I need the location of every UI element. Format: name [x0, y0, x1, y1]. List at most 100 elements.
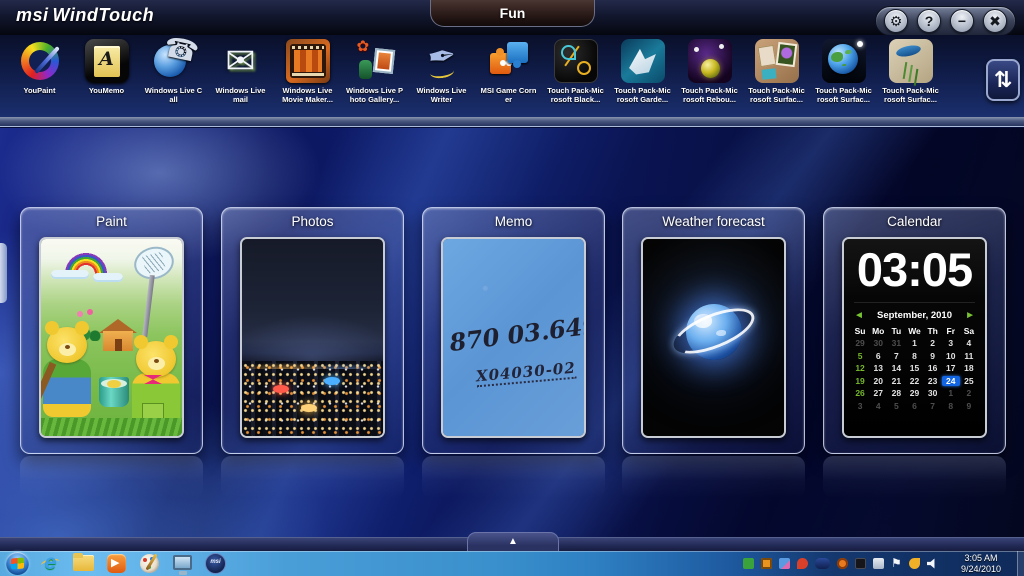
dock-item-touchpack-surface-collage[interactable]: Touch Pack-Microsoft Surfac... — [743, 39, 810, 105]
start-button[interactable] — [6, 552, 29, 575]
taskbar-windows-explorer[interactable] — [72, 552, 95, 575]
dock-scroll-button[interactable]: ⇅ — [986, 59, 1020, 101]
taskbar-display-settings[interactable] — [171, 552, 194, 575]
calendar-day-cell[interactable]: 13 — [869, 363, 887, 373]
dock-item-msi-game-corner[interactable]: MSI Game Corner — [475, 39, 542, 105]
calendar-day-cell[interactable]: 8 — [905, 351, 923, 361]
calendar-day-cell[interactable]: 6 — [905, 401, 923, 411]
calendar-day-cell[interactable]: 6 — [869, 351, 887, 361]
dock-item-touchpack-surface-globe[interactable]: Touch Pack-Microsoft Surfac... — [810, 39, 877, 105]
calendar-day-cell[interactable]: 17 — [942, 363, 960, 373]
taskbar-clock[interactable]: 3:05 AM 9/24/2010 — [948, 553, 1014, 575]
photos-thumbnail[interactable] — [240, 237, 385, 438]
taskbar-media-player[interactable]: ▶ — [105, 552, 128, 575]
calendar-day-cell[interactable]: 3 — [942, 338, 960, 348]
tray-icon-pointer-utility[interactable] — [909, 558, 920, 569]
tray-icon-bluetooth[interactable] — [779, 558, 790, 569]
calendar-day-cell[interactable]: 2 — [960, 388, 978, 398]
calendar-day-cell[interactable]: 9 — [960, 401, 978, 411]
windows-live-writer-icon: ✒ — [420, 39, 464, 83]
calendar-day-cell[interactable]: 11 — [960, 351, 978, 361]
calendar-day-cell[interactable]: 3 — [851, 401, 869, 411]
dock-item-touchpack-surface-lagoon[interactable]: Touch Pack-Microsoft Surfac... — [877, 39, 944, 105]
drawer-handle[interactable]: ▲ — [467, 532, 559, 551]
taskbar-internet-explorer[interactable]: e — [39, 552, 62, 575]
calendar-day-cell[interactable]: 7 — [887, 351, 905, 361]
settings-button[interactable]: ⚙ — [884, 9, 908, 33]
calendar-day-cell[interactable]: 27 — [869, 388, 887, 398]
dock-item-windows-live-movie-maker[interactable]: Windows LiveMovie Maker... — [274, 39, 341, 105]
tray-icon-audio-alert[interactable] — [797, 558, 808, 569]
calendar-day-cell[interactable]: 8 — [942, 401, 960, 411]
card-photos[interactable]: Photos — [221, 207, 404, 454]
dock-item-touchpack-rebound[interactable]: Touch Pack-Microsoft Rebou... — [676, 39, 743, 105]
calendar-prev-button[interactable]: ◄ — [854, 311, 864, 321]
calendar-day-cell[interactable]: 24 — [942, 376, 960, 386]
calendar-day-cell[interactable]: 21 — [887, 376, 905, 386]
tray-icon-security[interactable] — [837, 558, 848, 569]
calendar-day-cell[interactable]: 20 — [869, 376, 887, 386]
weather-thumbnail[interactable] — [641, 237, 786, 438]
calendar-day-cell[interactable]: 10 — [942, 351, 960, 361]
calendar-day-cell[interactable]: 31 — [887, 338, 905, 348]
calendar-day-cell[interactable]: 16 — [924, 363, 942, 373]
memo-thumbnail[interactable]: 870 03.649 X04030-02 — [441, 237, 586, 438]
calendar-day-cell[interactable]: 5 — [851, 351, 869, 361]
calendar-day-cell[interactable]: 1 — [905, 338, 923, 348]
calendar-day-cell[interactable]: 29 — [851, 338, 869, 348]
calendar-next-button[interactable]: ► — [965, 311, 975, 321]
dock-item-touchpack-blackboard[interactable]: Touch Pack-Microsoft Black... — [542, 39, 609, 105]
msi-windtouch-window: msiWindTouch Fun ⚙?−✖ YouPaint A YouMemo — [0, 0, 1024, 576]
tab-fun[interactable]: Fun — [430, 0, 595, 27]
calendar-day-cell[interactable]: 29 — [905, 388, 923, 398]
tray-icon-volume[interactable] — [927, 558, 938, 569]
calendar-day-cell[interactable]: 4 — [960, 338, 978, 348]
calendar-day-cell[interactable]: 14 — [887, 363, 905, 373]
calendar-day-cell[interactable]: 30 — [869, 338, 887, 348]
calendar-day-cell[interactable]: 25 — [960, 376, 978, 386]
side-slide-handle[interactable] — [0, 243, 7, 303]
card-weather[interactable]: Weather forecast — [622, 207, 805, 454]
calendar-day-cell[interactable]: 4 — [869, 401, 887, 411]
youpaint-icon — [18, 39, 62, 83]
calendar-day-cell[interactable]: 18 — [960, 363, 978, 373]
dock-item-windows-live-photo-gallery[interactable]: ✿ Windows Live Photo Gallery... — [341, 39, 408, 105]
calendar-day-cell[interactable]: 30 — [924, 388, 942, 398]
card-memo[interactable]: Memo 870 03.649 X04030-02 — [422, 207, 605, 454]
calendar-day-cell[interactable]: 5 — [887, 401, 905, 411]
taskbar-paint[interactable] — [138, 552, 161, 575]
calendar-day-cell[interactable]: 19 — [851, 376, 869, 386]
paint-thumbnail[interactable] — [39, 237, 184, 438]
tray-icon-action-center-flag[interactable]: ⚑ — [891, 558, 902, 569]
tray-icon-usb[interactable] — [743, 558, 754, 569]
calendar-day-cell[interactable]: 28 — [887, 388, 905, 398]
taskbar-msi-control-center[interactable]: msi — [204, 552, 227, 575]
dock-item-windows-live-call[interactable]: ☎ Windows Live Call — [140, 39, 207, 105]
minimize-button[interactable]: − — [950, 9, 974, 33]
dock-item-windows-live-mail[interactable]: ✉ Windows Livemail — [207, 39, 274, 105]
calendar-day-cell[interactable]: 7 — [924, 401, 942, 411]
calendar-widget[interactable]: 03:05 ◄ September, 2010 ► SuMoTuWeThFrSa… — [842, 237, 987, 438]
close-button[interactable]: ✖ — [983, 9, 1007, 33]
show-desktop-button[interactable] — [1017, 551, 1024, 576]
calendar-day-cell[interactable]: 2 — [924, 338, 942, 348]
calendar-day-cell[interactable]: 9 — [924, 351, 942, 361]
dock-item-youmemo[interactable]: A YouMemo — [73, 39, 140, 105]
tray-icon-utility-dark[interactable] — [855, 558, 866, 569]
card-paint[interactable]: Paint — [20, 207, 203, 454]
calendar-day-cell[interactable]: 23 — [924, 376, 942, 386]
calendar-day-cell[interactable]: 12 — [851, 363, 869, 373]
dock-item-youpaint[interactable]: YouPaint — [6, 39, 73, 105]
tray-icon-display-utility[interactable] — [873, 558, 884, 569]
calendar-day-cell[interactable]: 1 — [942, 388, 960, 398]
card-calendar[interactable]: Calendar 03:05 ◄ September, 2010 ► SuMoT… — [823, 207, 1006, 454]
dock-item-windows-live-writer[interactable]: ✒ Windows LiveWriter — [408, 39, 475, 105]
dock-item-touchpack-garden-pond[interactable]: Touch Pack-Microsoft Garde... — [609, 39, 676, 105]
calendar-day-cell[interactable]: 15 — [905, 363, 923, 373]
tray-icon-msi-utility[interactable] — [761, 558, 772, 569]
memo-note: 870 03.649 X04030-02 — [443, 239, 584, 436]
help-button[interactable]: ? — [917, 9, 941, 33]
calendar-day-cell[interactable]: 26 — [851, 388, 869, 398]
calendar-day-cell[interactable]: 22 — [905, 376, 923, 386]
tray-icon-msi[interactable] — [815, 558, 830, 569]
